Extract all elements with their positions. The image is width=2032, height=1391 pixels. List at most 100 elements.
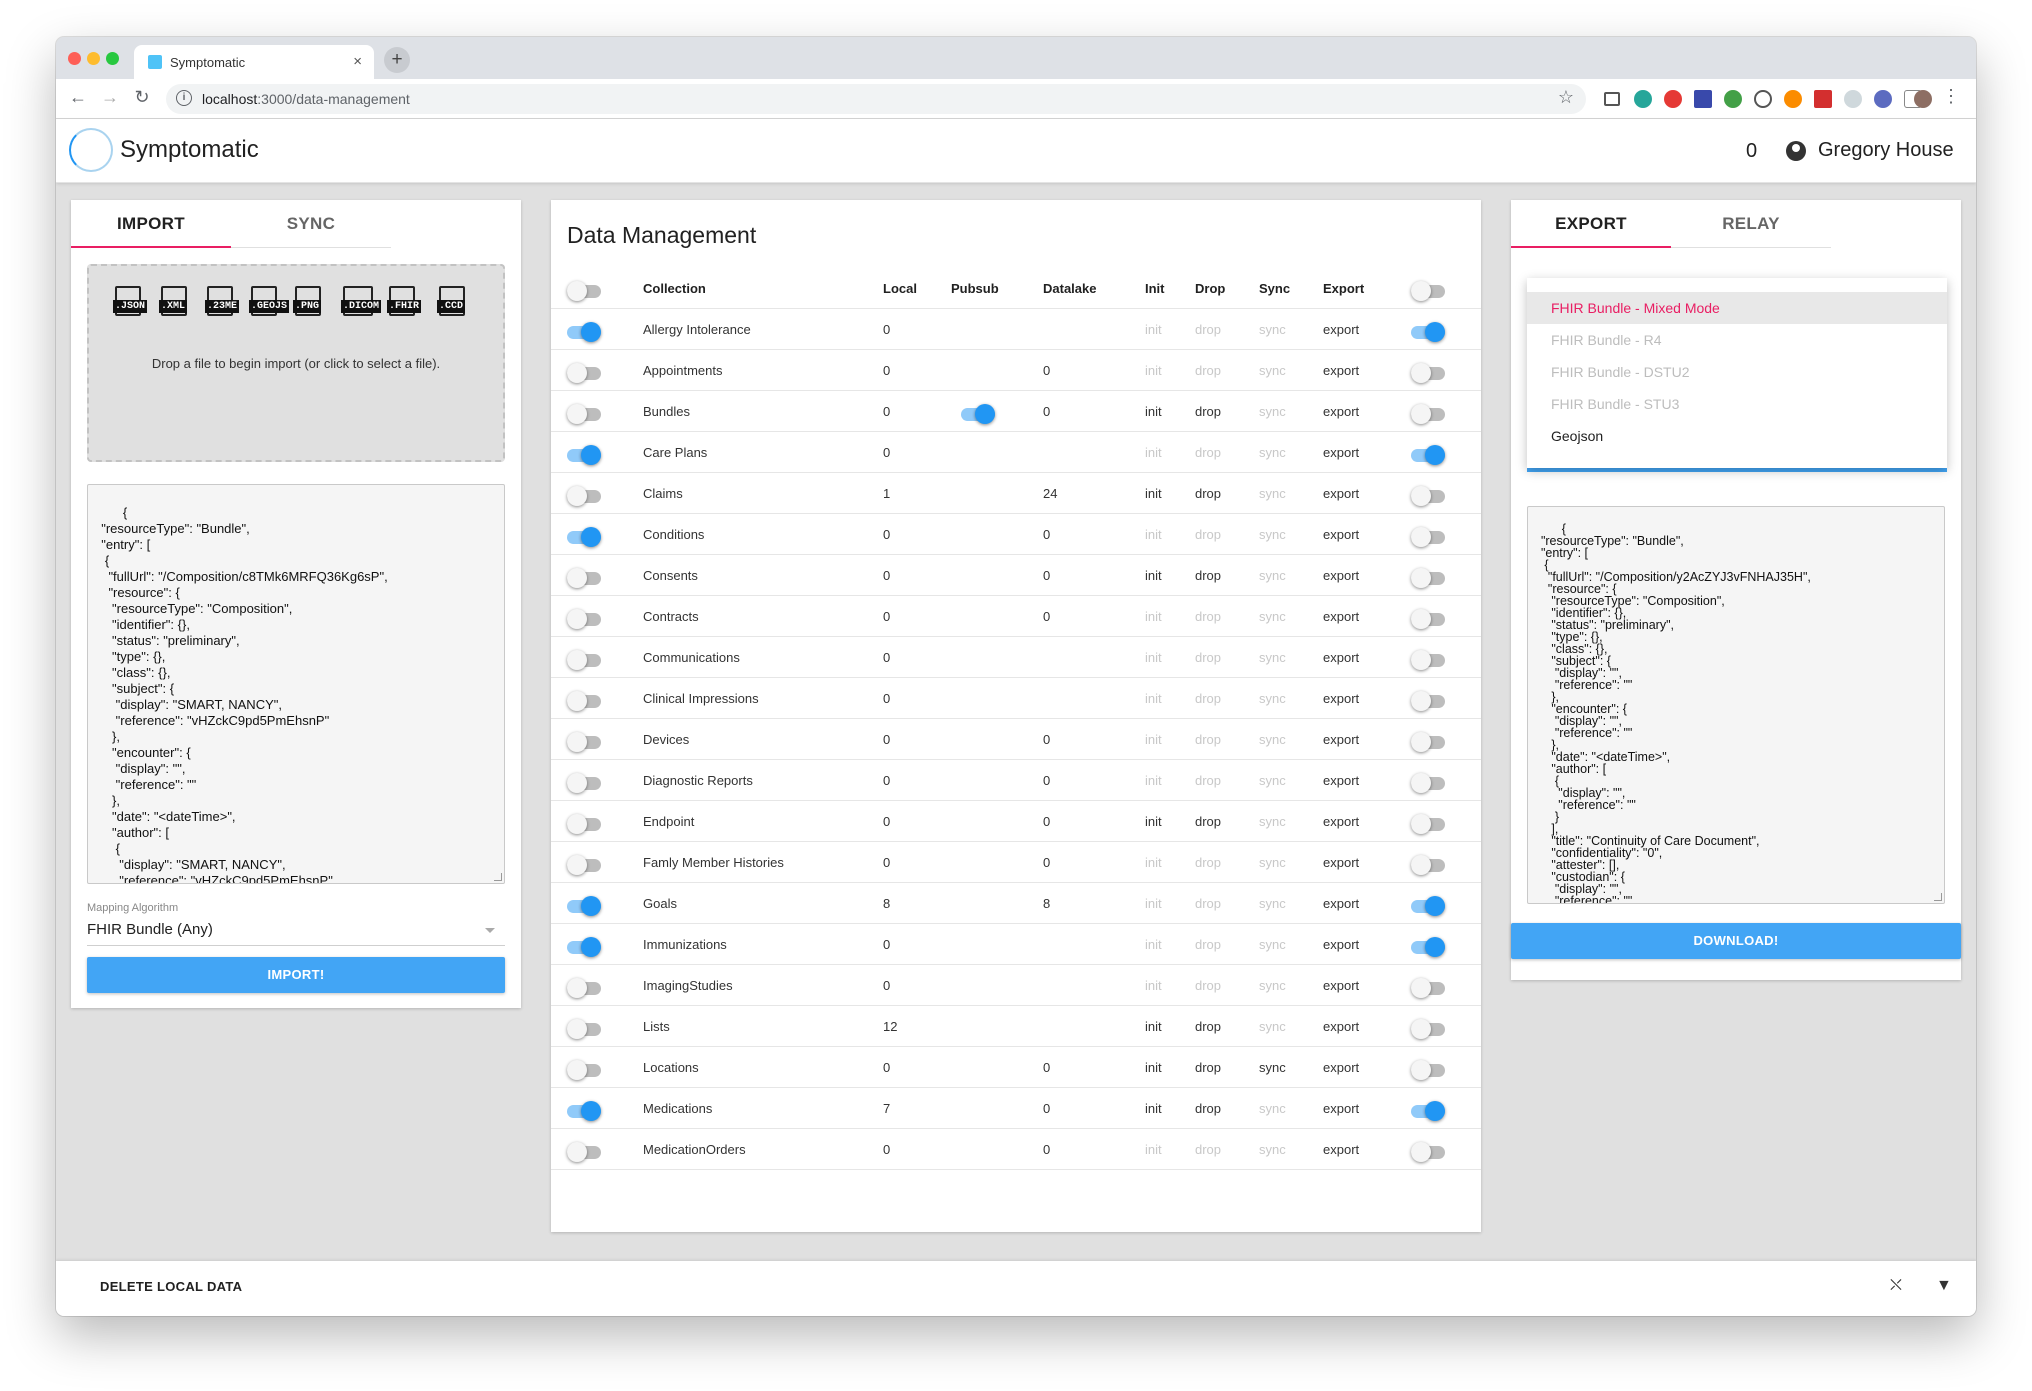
select-all-left-toggle[interactable] xyxy=(567,279,601,301)
export-toggle[interactable] xyxy=(1411,689,1445,711)
extension-zotero-icon[interactable] xyxy=(1694,90,1712,108)
account-circle-icon[interactable] xyxy=(1786,141,1806,161)
pubsub-toggle[interactable] xyxy=(961,402,995,424)
drop-link[interactable]: drop xyxy=(1195,568,1221,583)
collection-enable-toggle[interactable] xyxy=(567,894,601,916)
export-link[interactable]: export xyxy=(1323,568,1359,583)
export-link[interactable]: export xyxy=(1323,732,1359,747)
bookmark-star-icon[interactable]: ☆ xyxy=(1558,87,1574,108)
collection-enable-toggle[interactable] xyxy=(567,443,601,465)
resize-handle-icon[interactable] xyxy=(494,873,502,881)
reload-icon[interactable]: ↻ xyxy=(130,87,154,108)
export-link[interactable]: export xyxy=(1323,1142,1359,1157)
extension-green-icon[interactable] xyxy=(1634,90,1652,108)
screenshot-extension-icon[interactable] xyxy=(1604,92,1620,106)
export-json-textarea[interactable]: { "resourceType": "Bundle", "entry": [ {… xyxy=(1527,506,1945,904)
delete-local-data-button[interactable]: DELETE LOCAL DATA xyxy=(100,1279,242,1294)
export-toggle[interactable] xyxy=(1411,1017,1445,1039)
collection-enable-toggle[interactable] xyxy=(567,607,601,629)
export-format-menu[interactable]: FHIR Bundle - Mixed Mode FHIR Bundle - R… xyxy=(1527,278,1947,468)
profile-avatar-icon[interactable] xyxy=(1914,90,1932,108)
menu-item-fhir-mixed[interactable]: FHIR Bundle - Mixed Mode xyxy=(1527,292,1947,324)
close-window-icon[interactable] xyxy=(68,52,81,65)
address-bar[interactable]: i localhost:3000/data-management ☆ xyxy=(166,84,1586,114)
export-toggle[interactable] xyxy=(1411,361,1445,383)
export-toggle[interactable] xyxy=(1411,771,1445,793)
browser-tab[interactable]: Symptomatic × xyxy=(134,45,374,79)
init-link[interactable]: init xyxy=(1145,1019,1162,1034)
export-link[interactable]: export xyxy=(1323,773,1359,788)
export-link[interactable]: export xyxy=(1323,937,1359,952)
init-link[interactable]: init xyxy=(1145,1101,1162,1116)
export-toggle[interactable] xyxy=(1411,484,1445,506)
export-toggle[interactable] xyxy=(1411,443,1445,465)
extension-info-icon[interactable] xyxy=(1754,90,1772,108)
app-brand[interactable]: Symptomatic xyxy=(120,136,259,164)
drop-link[interactable]: drop xyxy=(1195,1019,1221,1034)
sync-link[interactable]: sync xyxy=(1259,1060,1286,1075)
collection-enable-toggle[interactable] xyxy=(567,976,601,998)
collection-enable-toggle[interactable] xyxy=(567,771,601,793)
init-link[interactable]: init xyxy=(1145,486,1162,501)
site-info-icon[interactable]: i xyxy=(176,90,192,106)
collection-enable-toggle[interactable] xyxy=(567,648,601,670)
export-link[interactable]: export xyxy=(1323,978,1359,993)
tab-import[interactable]: IMPORT xyxy=(71,200,231,248)
export-link[interactable]: export xyxy=(1323,445,1359,460)
tab-relay[interactable]: RELAY xyxy=(1671,200,1831,248)
init-link[interactable]: init xyxy=(1145,814,1162,829)
tab-sync[interactable]: SYNC xyxy=(231,200,391,248)
export-toggle[interactable] xyxy=(1411,853,1445,875)
export-link[interactable]: export xyxy=(1323,404,1359,419)
select-all-export-toggle[interactable] xyxy=(1411,279,1445,301)
minimize-window-icon[interactable] xyxy=(87,52,100,65)
forward-icon[interactable]: → xyxy=(98,87,122,108)
drop-link[interactable]: drop xyxy=(1195,814,1221,829)
export-toggle[interactable] xyxy=(1411,1099,1445,1121)
drop-link[interactable]: drop xyxy=(1195,1060,1221,1075)
collection-enable-toggle[interactable] xyxy=(567,402,601,424)
export-link[interactable]: export xyxy=(1323,1060,1359,1075)
tab-close-icon[interactable]: × xyxy=(353,53,362,70)
drop-link[interactable]: drop xyxy=(1195,1101,1221,1116)
export-toggle[interactable] xyxy=(1411,894,1445,916)
collection-enable-toggle[interactable] xyxy=(567,525,601,547)
export-toggle[interactable] xyxy=(1411,1058,1445,1080)
export-toggle[interactable] xyxy=(1411,320,1445,342)
collection-enable-toggle[interactable] xyxy=(567,484,601,506)
export-link[interactable]: export xyxy=(1323,486,1359,501)
export-link[interactable]: export xyxy=(1323,363,1359,378)
init-link[interactable]: init xyxy=(1145,1060,1162,1075)
collection-enable-toggle[interactable] xyxy=(567,1140,601,1162)
mapping-algorithm-select[interactable]: FHIR Bundle (Any) xyxy=(87,918,505,946)
export-toggle[interactable] xyxy=(1411,730,1445,752)
extension-grammarly-icon[interactable] xyxy=(1724,90,1742,108)
export-toggle[interactable] xyxy=(1411,935,1445,957)
export-link[interactable]: export xyxy=(1323,650,1359,665)
collection-enable-toggle[interactable] xyxy=(567,566,601,588)
browser-menu-icon[interactable]: ⋮ xyxy=(1942,86,1960,107)
export-link[interactable]: export xyxy=(1323,1101,1359,1116)
file-dropzone[interactable]: .JSON .XML .23ME .GEOJS .PNG .DICOM .FHI… xyxy=(87,264,505,462)
export-toggle[interactable] xyxy=(1411,525,1445,547)
export-link[interactable]: export xyxy=(1323,896,1359,911)
drop-link[interactable]: drop xyxy=(1195,404,1221,419)
app-logo-icon[interactable] xyxy=(69,128,113,172)
export-toggle[interactable] xyxy=(1411,607,1445,629)
init-link[interactable]: init xyxy=(1145,404,1162,419)
maximize-window-icon[interactable] xyxy=(106,52,119,65)
collection-enable-toggle[interactable] xyxy=(567,689,601,711)
export-toggle[interactable] xyxy=(1411,648,1445,670)
export-toggle[interactable] xyxy=(1411,402,1445,424)
back-icon[interactable]: ← xyxy=(66,87,90,108)
collection-enable-toggle[interactable] xyxy=(567,361,601,383)
extension-gray-icon[interactable] xyxy=(1844,90,1862,108)
drop-link[interactable]: drop xyxy=(1195,486,1221,501)
export-link[interactable]: export xyxy=(1323,1019,1359,1034)
export-toggle[interactable] xyxy=(1411,976,1445,998)
import-json-textarea[interactable]: { "resourceType": "Bundle", "entry": [ {… xyxy=(87,484,505,884)
collection-enable-toggle[interactable] xyxy=(567,1099,601,1121)
collection-enable-toggle[interactable] xyxy=(567,320,601,342)
extension-flag-icon[interactable] xyxy=(1814,90,1832,108)
export-toggle[interactable] xyxy=(1411,1140,1445,1162)
